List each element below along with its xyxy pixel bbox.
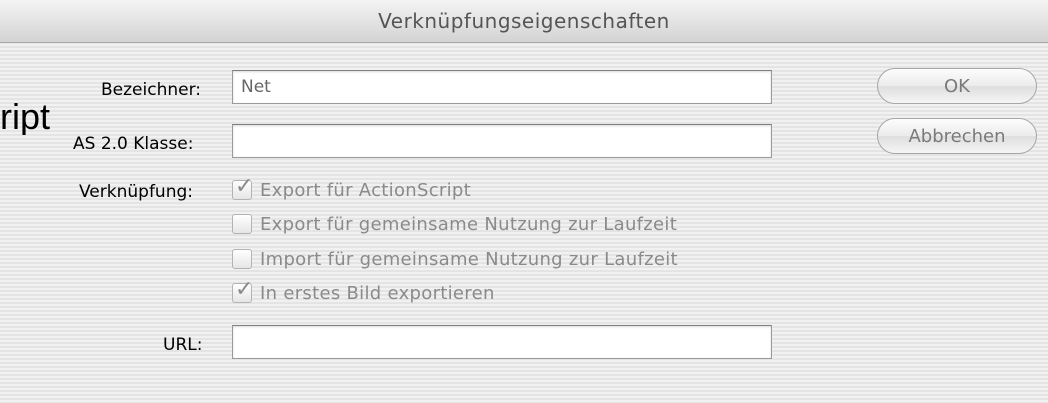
url-label: URL: bbox=[163, 335, 203, 355]
url-field[interactable] bbox=[232, 325, 772, 359]
identifier-label: Bezeichner: bbox=[101, 80, 201, 100]
export-actionscript-checkbox[interactable]: ✓ bbox=[232, 174, 253, 200]
cancel-button[interactable]: Abbrechen bbox=[877, 118, 1037, 154]
checkmark-icon: ✓ bbox=[235, 277, 254, 302]
checkmark-icon: ✓ bbox=[235, 174, 254, 199]
export-first-frame-checkbox[interactable]: ✓ bbox=[232, 277, 253, 303]
background-window-text-fragment: ript bbox=[0, 99, 51, 135]
import-runtime-sharing-checkbox[interactable] bbox=[232, 249, 252, 269]
identifier-field[interactable] bbox=[232, 70, 772, 104]
export-runtime-sharing-option[interactable]: Export für gemeinsame Nutzung zur Laufze… bbox=[232, 209, 677, 239]
title-bar: Verknüpfungseigenschaften bbox=[0, 0, 1048, 43]
export-first-frame-label: In erstes Bild exportieren bbox=[260, 282, 495, 304]
export-actionscript-option[interactable]: ✓ Export für ActionScript bbox=[232, 174, 471, 205]
linkage-label: Verknüpfung: bbox=[79, 182, 193, 202]
import-runtime-sharing-option[interactable]: Import für gemeinsame Nutzung zur Laufze… bbox=[232, 244, 678, 274]
as2-class-field[interactable] bbox=[232, 124, 772, 158]
import-runtime-sharing-label: Import für gemeinsame Nutzung zur Laufze… bbox=[260, 248, 678, 270]
as2-class-label: AS 2.0 Klasse: bbox=[73, 134, 194, 154]
export-runtime-sharing-label: Export für gemeinsame Nutzung zur Laufze… bbox=[260, 213, 678, 235]
export-actionscript-label: Export für ActionScript bbox=[260, 179, 471, 201]
export-first-frame-option[interactable]: ✓ In erstes Bild exportieren bbox=[232, 277, 495, 308]
window-title: Verknüpfungseigenschaften bbox=[378, 9, 670, 33]
ok-button[interactable]: OK bbox=[877, 68, 1037, 104]
export-runtime-sharing-checkbox[interactable] bbox=[232, 214, 252, 234]
